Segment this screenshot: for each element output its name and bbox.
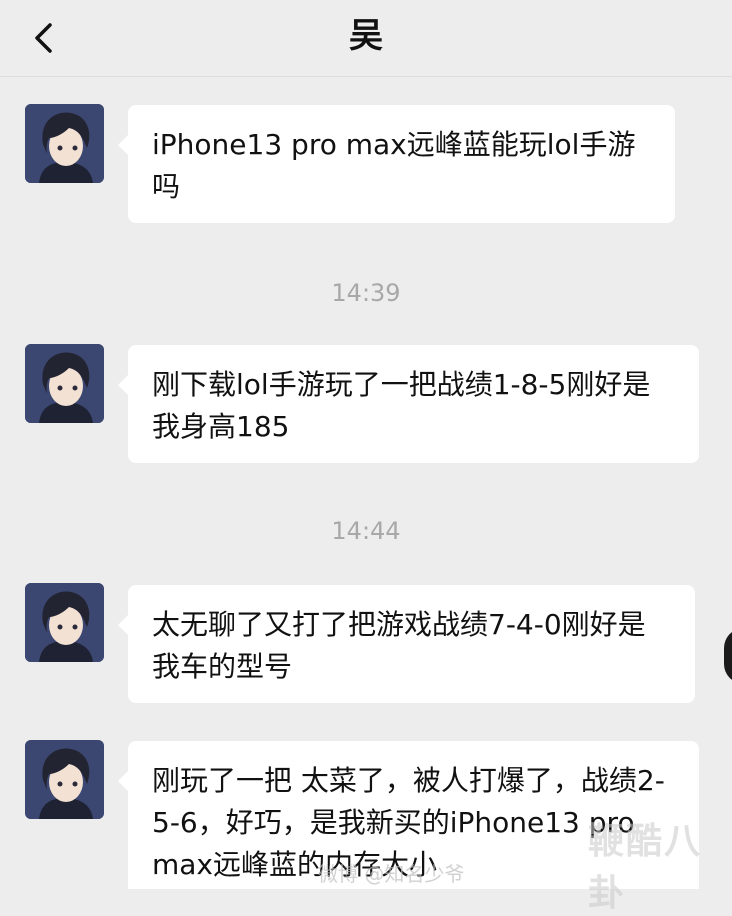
watermark-brand: 鞭酷八卦	[588, 821, 703, 914]
message-bubble-1[interactable]: iPhone13 pro max远峰蓝能玩lol手游吗	[118, 105, 675, 223]
avatar[interactable]	[25, 344, 104, 423]
timestamp: 14:39	[331, 279, 401, 307]
chat-title: 吴	[349, 16, 383, 56]
message-bubble-3[interactable]: 太无聊了又打了把游戏战绩7-4-0刚好是我车的型号	[118, 585, 695, 703]
message-bubble-2[interactable]: 刚下载lol手游玩了一把战绩1-8-5刚好是我身高185	[118, 345, 699, 463]
avatar[interactable]	[25, 104, 104, 183]
message-text: 刚下载lol手游玩了一把战绩1-8-5刚好是我身高185	[152, 368, 651, 443]
message-text: iPhone13 pro max远峰蓝能玩lol手游吗	[152, 128, 636, 203]
message-text: 太无聊了又打了把游戏战绩7-4-0刚好是我车的型号	[152, 608, 646, 683]
watermark-weibo: 微博 @知名少爷	[318, 862, 465, 886]
floating-button[interactable]	[724, 628, 732, 684]
chat-header: 吴	[0, 0, 732, 77]
avatar[interactable]	[25, 583, 104, 662]
avatar[interactable]	[25, 740, 104, 819]
timestamp: 14:44	[331, 517, 401, 545]
